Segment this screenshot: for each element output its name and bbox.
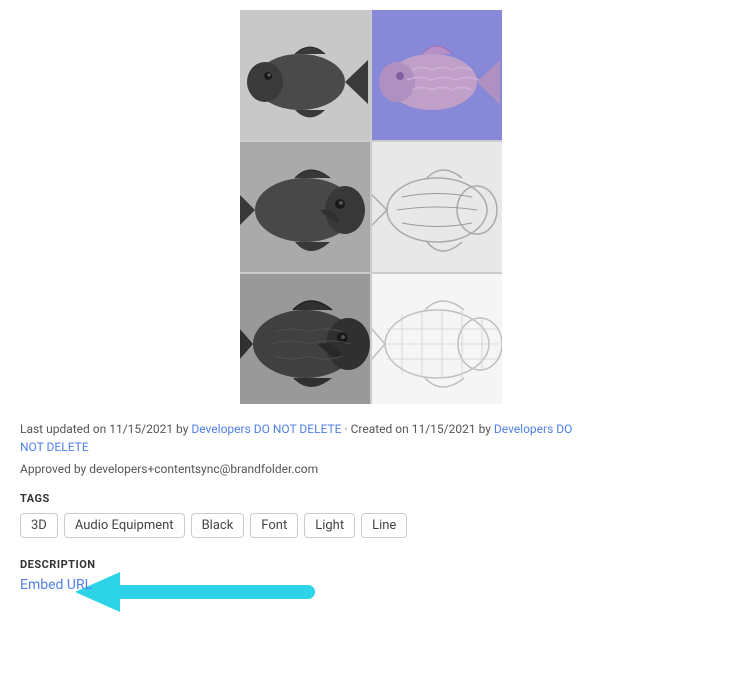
metadata-section: Last updated on 11/15/2021 by Developers… (0, 420, 742, 593)
embed-url-section: Embed URL (20, 577, 722, 593)
by-text-1: by (173, 422, 191, 436)
author-link-2[interactable]: Developers DO (494, 422, 573, 436)
approved-by: Approved by developers+contentsync@brand… (20, 462, 722, 476)
tag-item[interactable]: Line (361, 513, 407, 538)
author-link-1[interactable]: Developers DO NOT DELETE (191, 422, 341, 436)
embed-url-link[interactable]: Embed URL (20, 577, 92, 593)
tag-item[interactable]: Audio Equipment (64, 513, 185, 538)
author-link-2-cont[interactable]: NOT DELETE (20, 440, 89, 454)
tag-item[interactable]: 3D (20, 513, 58, 538)
grid-cell-bot-left (240, 274, 370, 404)
grid-cell-top-right (372, 10, 502, 140)
tag-item[interactable]: Black (191, 513, 245, 538)
arrow-annotation-svg (75, 567, 335, 617)
last-updated-text: Last updated on 11/15/2021 by Developers… (20, 420, 722, 438)
created-date: 11/15/2021 (412, 422, 476, 436)
last-updated-date: 11/15/2021 (109, 422, 173, 436)
grid-cell-mid-right (372, 142, 502, 272)
tags-container: 3DAudio EquipmentBlackFontLightLine (20, 513, 722, 538)
image-grid (240, 10, 502, 404)
page-container: Last updated on 11/15/2021 by Developers… (0, 0, 742, 678)
created-prefix: · Created on (342, 422, 412, 436)
grid-cell-top-left (240, 10, 370, 140)
last-updated-prefix: Last updated on (20, 422, 109, 436)
approved-prefix: Approved by (20, 462, 89, 476)
tag-item[interactable]: Light (304, 513, 355, 538)
approved-email: developers+contentsync@brandfolder.com (89, 462, 318, 476)
tag-item[interactable]: Font (250, 513, 298, 538)
grid-cell-mid-left (240, 142, 370, 272)
image-grid-wrapper (0, 0, 742, 420)
tags-label: TAGS (20, 492, 722, 505)
grid-cell-bot-right (372, 274, 502, 404)
by-text-2: by (476, 422, 494, 436)
